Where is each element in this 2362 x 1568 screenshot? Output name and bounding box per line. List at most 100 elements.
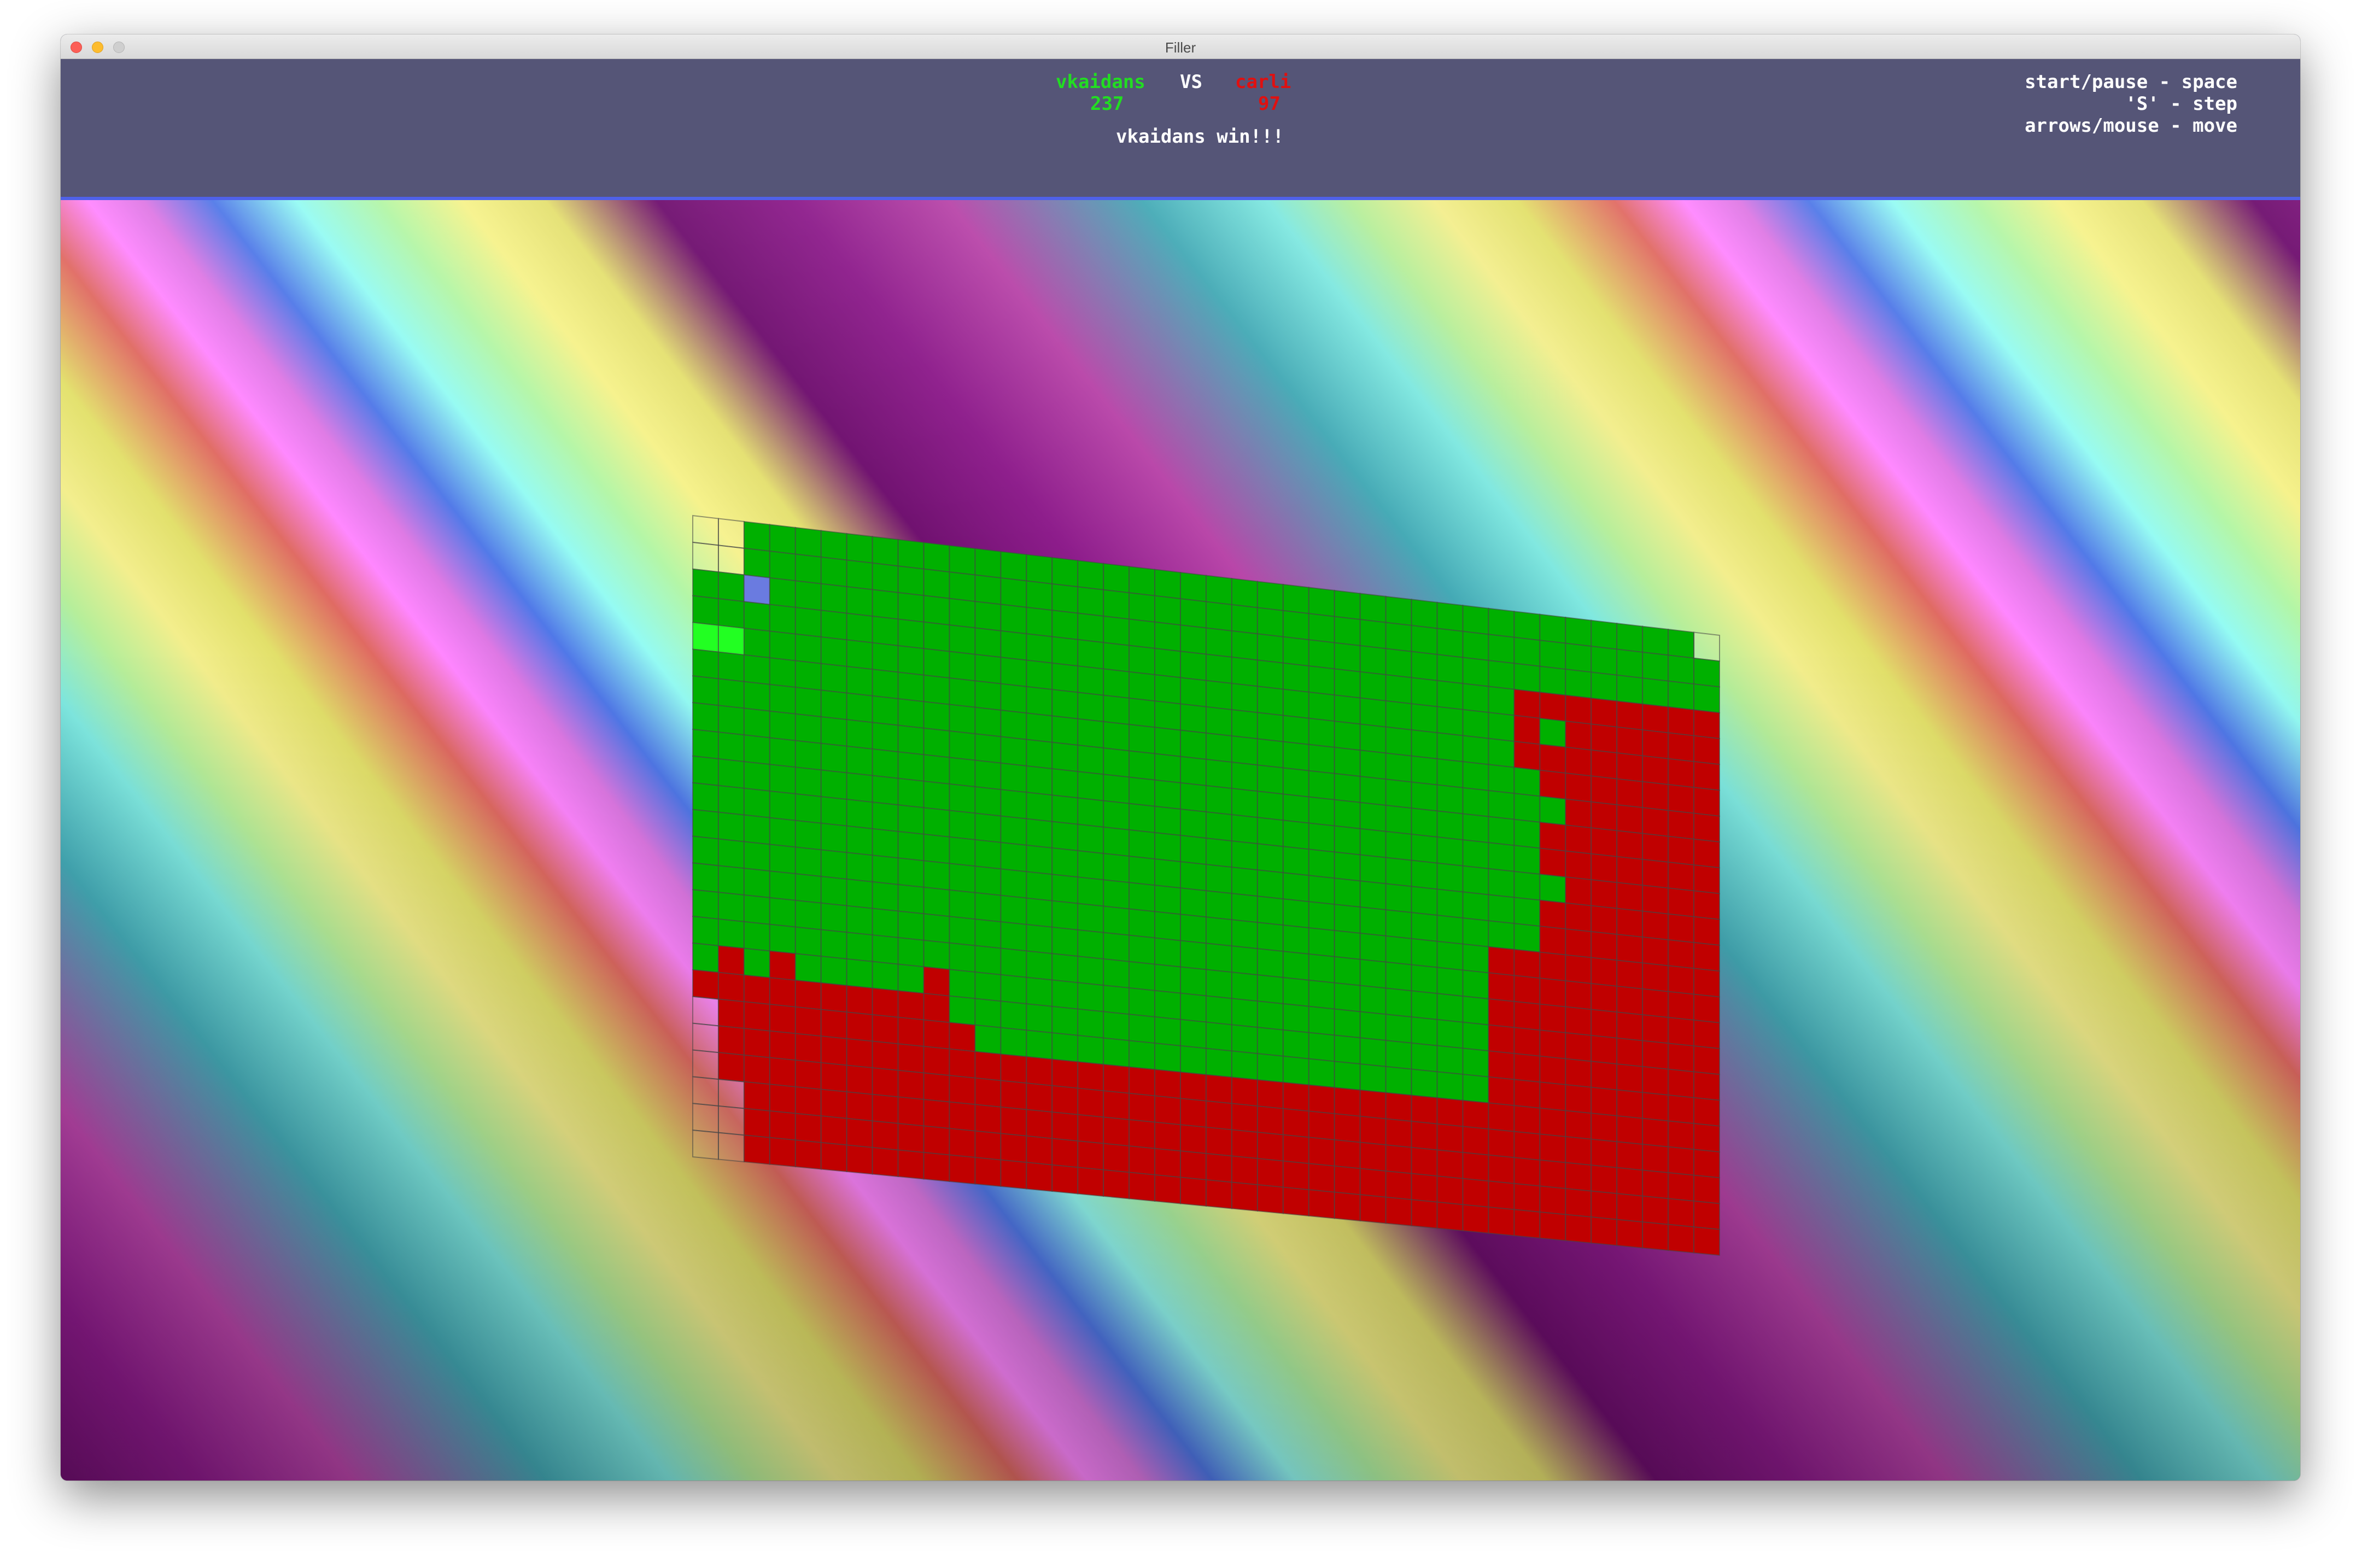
board-cell bbox=[820, 982, 847, 1013]
board-cell bbox=[1051, 1005, 1079, 1037]
board-cell bbox=[1539, 978, 1566, 1008]
app-window: Filler vkaidans VS carli 237 97 vkaidans… bbox=[61, 34, 2300, 1481]
board-cell bbox=[974, 1104, 1002, 1134]
board-cell bbox=[1591, 697, 1618, 728]
board-cell bbox=[1488, 842, 1515, 873]
board-cell bbox=[1642, 936, 1669, 967]
board-cell bbox=[717, 518, 745, 549]
board-cell bbox=[1668, 1120, 1695, 1150]
board-cell bbox=[692, 782, 719, 813]
board-cell bbox=[1642, 1040, 1669, 1070]
board-cell bbox=[872, 801, 899, 832]
board-cell bbox=[1539, 951, 1566, 982]
board-cell bbox=[1668, 654, 1695, 685]
board-cell bbox=[1231, 656, 1258, 687]
board-cell bbox=[1129, 1092, 1156, 1123]
board-cell bbox=[1436, 1149, 1464, 1179]
board-cell bbox=[1129, 855, 1156, 886]
board-cell bbox=[769, 844, 796, 875]
board-cell bbox=[1462, 1048, 1489, 1078]
board-cell bbox=[1591, 749, 1618, 780]
board-cell bbox=[1565, 954, 1592, 985]
board-cell bbox=[1334, 1113, 1361, 1143]
board-cell bbox=[1411, 703, 1438, 734]
board-cell bbox=[949, 942, 976, 973]
board-cell bbox=[1616, 1037, 1644, 1068]
board-cell bbox=[743, 520, 770, 552]
board-cell bbox=[1129, 750, 1156, 781]
board-cell bbox=[1513, 870, 1541, 901]
board-cell bbox=[794, 793, 822, 824]
board-cell bbox=[846, 665, 873, 697]
board-cell bbox=[1565, 772, 1592, 803]
board-cell bbox=[1077, 586, 1104, 617]
board-cell bbox=[1359, 671, 1387, 702]
board-cell bbox=[1359, 775, 1387, 806]
board-cell bbox=[1282, 610, 1309, 641]
board-cell bbox=[1693, 760, 1720, 791]
board-cell bbox=[1668, 1198, 1695, 1228]
board-cell bbox=[949, 677, 976, 708]
board-cell bbox=[1616, 882, 1644, 912]
board-cell bbox=[1154, 727, 1182, 757]
board-cell bbox=[794, 1033, 822, 1063]
board-cell bbox=[1026, 818, 1053, 849]
board-cell bbox=[1488, 764, 1515, 794]
board-cell bbox=[1693, 683, 1720, 713]
board-cell bbox=[1668, 861, 1695, 892]
board-cell bbox=[1077, 744, 1104, 775]
board-cell bbox=[769, 1057, 796, 1087]
board-cell bbox=[949, 1127, 976, 1159]
board-cell bbox=[1154, 1148, 1182, 1178]
board-cell bbox=[1308, 1110, 1335, 1141]
board-cell bbox=[1385, 622, 1412, 652]
game-board[interactable] bbox=[61, 200, 2300, 1481]
board-cell bbox=[872, 1120, 899, 1151]
board-cell bbox=[846, 639, 873, 670]
board-cell bbox=[1385, 700, 1412, 731]
game-viewport[interactable] bbox=[61, 200, 2300, 1481]
board-cell bbox=[1231, 1076, 1258, 1107]
board-cell bbox=[1539, 665, 1566, 696]
board-cell bbox=[1026, 739, 1053, 770]
board-cell bbox=[1359, 958, 1387, 989]
board-cell bbox=[974, 627, 1002, 658]
board-cell bbox=[1616, 1167, 1644, 1197]
board-cell bbox=[974, 971, 1002, 1002]
player1-score: 237 bbox=[1090, 93, 1124, 115]
board-cell bbox=[872, 828, 899, 859]
board-cell bbox=[769, 657, 796, 688]
board-cell bbox=[1616, 908, 1644, 938]
board-cell bbox=[1488, 894, 1515, 925]
board-cell bbox=[1385, 674, 1412, 705]
board-cell bbox=[1000, 1080, 1027, 1110]
board-cell bbox=[1411, 729, 1438, 760]
board-cell bbox=[1539, 769, 1566, 800]
board-cell bbox=[1513, 663, 1541, 693]
board-cell bbox=[1385, 648, 1412, 678]
board-cell bbox=[1129, 803, 1156, 834]
board-cell bbox=[1103, 589, 1130, 620]
board-cell bbox=[1539, 821, 1566, 852]
board-cell bbox=[1231, 1103, 1258, 1133]
board-cell bbox=[769, 764, 796, 795]
board-cell bbox=[897, 1096, 925, 1127]
board-cell bbox=[1668, 628, 1695, 659]
board-cell bbox=[820, 902, 847, 933]
board-cell bbox=[1206, 916, 1232, 947]
board-cell bbox=[1308, 979, 1335, 1010]
board-cell bbox=[1231, 1181, 1258, 1212]
board-cell bbox=[794, 553, 822, 584]
board-cell bbox=[1077, 823, 1104, 855]
board-cell bbox=[1539, 1159, 1566, 1190]
board-cell bbox=[1411, 912, 1438, 942]
board-cell bbox=[1693, 735, 1720, 765]
board-cell bbox=[1436, 1175, 1464, 1206]
board-cell bbox=[692, 648, 719, 680]
board-cell bbox=[1256, 1131, 1284, 1162]
board-cell bbox=[717, 732, 745, 763]
board-cell bbox=[1642, 885, 1669, 915]
board-cell bbox=[949, 916, 976, 946]
board-cell bbox=[1308, 639, 1335, 670]
board-cell bbox=[692, 809, 719, 840]
